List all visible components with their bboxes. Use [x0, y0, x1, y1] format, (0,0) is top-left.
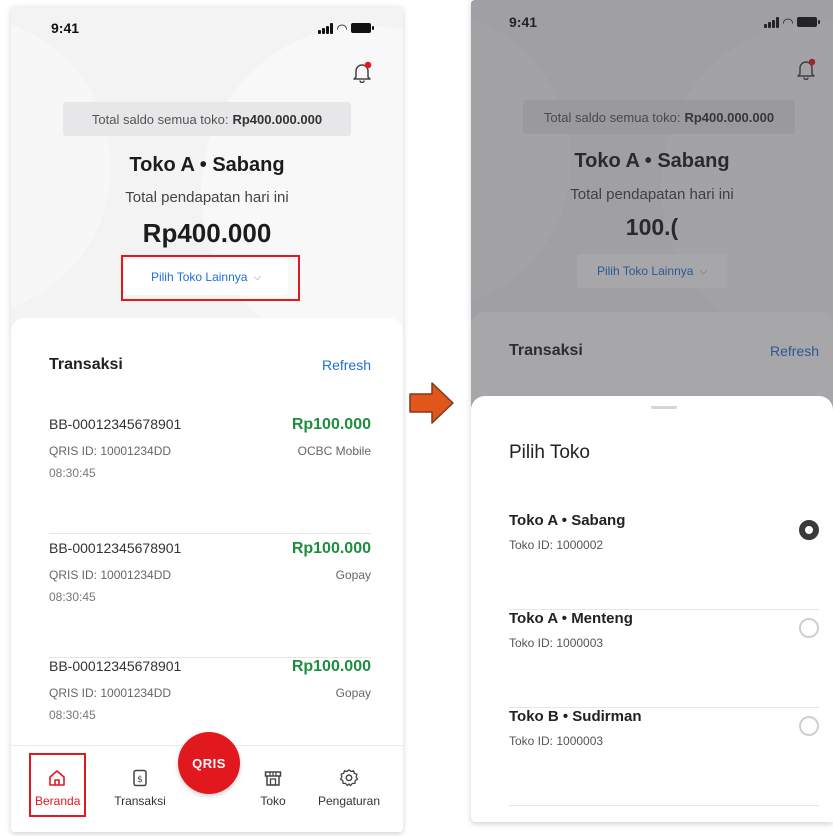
sheet-drag-handle[interactable] — [651, 406, 677, 409]
transaction-source: Gopay — [335, 568, 371, 582]
highlight-box-pick-store — [121, 255, 300, 301]
home-screen: 9:41 ◠ Total saldo semua toko: Rp400.000… — [11, 6, 403, 832]
transactions-header: Transaksi Refresh — [49, 356, 371, 374]
qris-scan-button[interactable]: QRIS — [178, 732, 240, 794]
status-icons: ◠ — [318, 20, 374, 36]
status-time: 9:41 — [51, 20, 80, 36]
store-option[interactable]: Toko A • Menteng Toko ID: 1000003 — [509, 610, 819, 708]
store-option-id: Toko ID: 1000003 — [509, 636, 604, 650]
refresh-button[interactable]: Refresh — [322, 357, 371, 373]
status-bar: 9:41 ◠ — [11, 6, 403, 50]
store-picker-sheet: Pilih Toko Toko A • Sabang Toko ID: 1000… — [471, 396, 833, 822]
transaction-time: 08:30:45 — [49, 708, 96, 722]
radio-unselected-icon[interactable] — [799, 716, 819, 736]
gear-icon — [339, 769, 359, 787]
transaction-id: BB-00012345678901 — [49, 540, 182, 556]
flow-arrow-icon — [409, 382, 454, 424]
transaction-item[interactable]: BB-00012345678901 Rp100.000 QRIS ID: 100… — [49, 416, 371, 534]
radio-unselected-icon[interactable] — [799, 618, 819, 638]
highlight-box-beranda — [29, 753, 86, 817]
total-balance-banner: Total saldo semua toko: Rp400.000.000 — [63, 102, 351, 136]
transaction-amount: Rp100.000 — [291, 658, 371, 675]
nav-toko[interactable]: Toko — [255, 768, 291, 808]
transaction-source: Gopay — [335, 686, 371, 700]
store-option-name: Toko B • Sudirman — [509, 708, 642, 725]
nav-pengaturan[interactable]: Pengaturan — [311, 768, 387, 808]
store-option-name: Toko A • Menteng — [509, 610, 633, 627]
transaction-source: OCBC Mobile — [297, 444, 371, 458]
transaction-qris-id: QRIS ID: 10001234DD — [49, 568, 172, 582]
notification-bell-icon[interactable] — [351, 61, 373, 83]
sheet-title: Pilih Toko — [509, 442, 590, 463]
transactions-title: Transaksi — [49, 356, 123, 373]
balance-label: Total saldo semua toko: — [91, 111, 229, 127]
store-option-id: Toko ID: 1000002 — [509, 538, 604, 552]
transaction-id: BB-00012345678901 — [49, 416, 182, 432]
store-option[interactable]: Toko B • Sudirman Toko ID: 1000003 — [509, 708, 819, 806]
flow-canvas: 9:41 ◠ Total saldo semua toko: Rp400.000… — [0, 0, 833, 836]
transaction-time: 08:30:45 — [49, 466, 96, 480]
store-option-id: Toko ID: 1000003 — [509, 734, 604, 748]
svg-text:$: $ — [137, 775, 143, 785]
battery-icon — [351, 23, 374, 33]
store-option-name: Toko A • Sabang — [509, 512, 626, 529]
transaction-item[interactable]: BB-00012345678901 Rp100.000 QRIS ID: 100… — [49, 540, 371, 658]
income-label: Total pendapatan hari ini — [125, 189, 289, 206]
transaction-qris-id: QRIS ID: 10001234DD — [49, 686, 172, 700]
nav-label: Transaksi — [114, 794, 166, 808]
store-picker-screen: 9:41 ◠ Total saldo semua toko: Rp400.000… — [471, 0, 833, 822]
signal-icon — [318, 22, 333, 34]
transaction-time: 08:30:45 — [49, 590, 96, 604]
current-store-name: Toko A • Sabang — [129, 154, 285, 176]
nav-label: Toko — [260, 794, 286, 808]
transaction-id: BB-00012345678901 — [49, 658, 182, 674]
receipt-icon: $ — [133, 769, 147, 787]
qris-logo: QRIS — [192, 755, 226, 771]
nav-label: Pengaturan — [317, 794, 381, 808]
balance-value: Rp400.000.000 — [232, 111, 323, 127]
wifi-icon: ◠ — [337, 20, 347, 36]
transaction-amount: Rp100.000 — [291, 540, 371, 557]
transaction-qris-id: QRIS ID: 10001234DD — [49, 444, 172, 458]
income-value: Rp400.000 — [142, 218, 272, 248]
nav-transaksi[interactable]: $ Transaksi — [109, 768, 171, 808]
store-icon — [264, 771, 282, 786]
transaction-amount: Rp100.000 — [291, 416, 371, 433]
radio-selected-icon[interactable] — [799, 520, 819, 540]
store-option[interactable]: Toko A • Sabang Toko ID: 1000002 — [509, 512, 819, 610]
